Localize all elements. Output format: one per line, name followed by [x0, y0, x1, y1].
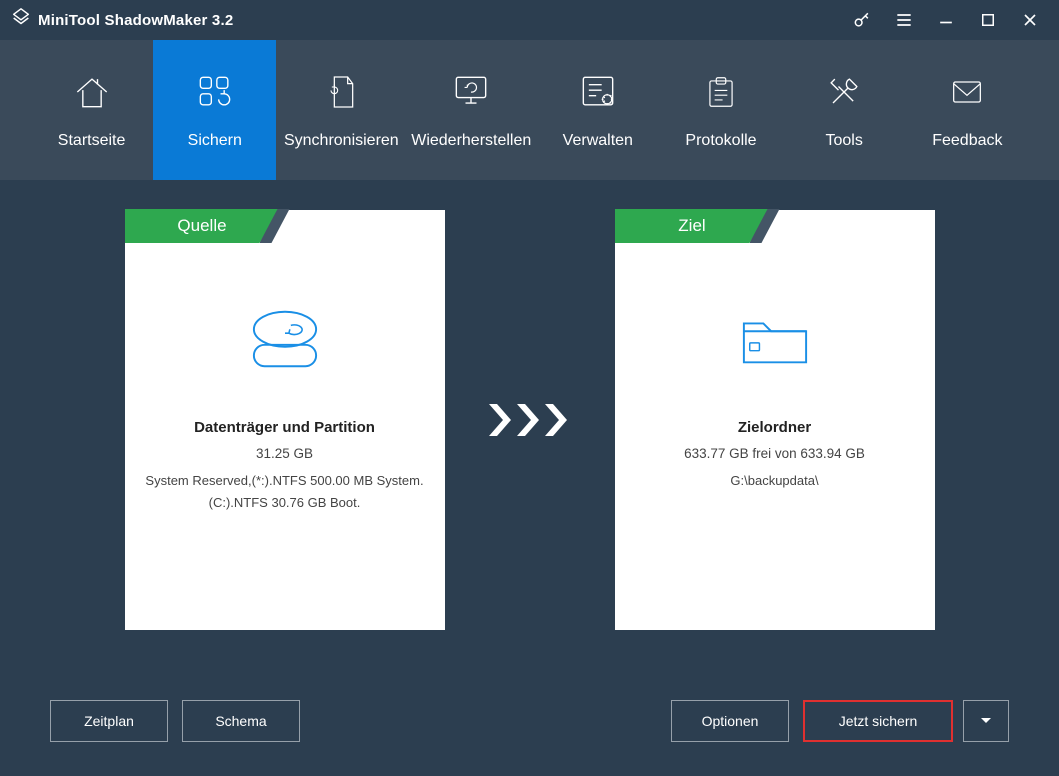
nav-label-home: Startseite — [58, 132, 126, 150]
backup-now-button[interactable]: Jetzt sichern — [803, 700, 953, 742]
tools-icon — [822, 70, 866, 114]
scheme-button[interactable]: Schema — [182, 700, 300, 742]
arrow-icon — [485, 210, 575, 630]
source-title: Datenträger und Partition — [194, 419, 375, 436]
schedule-button[interactable]: Zeitplan — [50, 700, 168, 742]
nav-label-restore: Wiederherstellen — [411, 132, 531, 150]
caret-down-icon — [980, 717, 992, 725]
destination-path: G:\backupdata\ — [730, 471, 818, 491]
nav-tools[interactable]: Tools — [783, 40, 906, 180]
key-icon[interactable] — [841, 0, 883, 40]
nav-label-feedback: Feedback — [932, 132, 1002, 150]
restore-icon — [448, 70, 494, 114]
nav-backup[interactable]: Sichern — [153, 40, 276, 180]
nav-label-manage: Verwalten — [563, 132, 633, 150]
destination-title: Zielordner — [738, 419, 811, 436]
minimize-icon[interactable] — [925, 0, 967, 40]
source-detail-2: (C:).NTFS 30.76 GB Boot. — [209, 493, 361, 513]
workspace: Quelle Datenträger und Partition 31.25 G… — [0, 180, 1059, 680]
clipboard-icon — [702, 70, 740, 114]
mail-icon — [945, 70, 989, 114]
nav-label-sync: Synchronisieren — [284, 132, 399, 150]
manage-icon — [576, 70, 620, 114]
source-detail-1: System Reserved,(*:).NTFS 500.00 MB Syst… — [145, 471, 423, 491]
maximize-icon[interactable] — [967, 0, 1009, 40]
close-icon[interactable] — [1009, 0, 1051, 40]
nav-feedback[interactable]: Feedback — [906, 40, 1029, 180]
bottom-bar: Zeitplan Schema Optionen Jetzt sichern — [0, 680, 1059, 742]
nav-logs[interactable]: Protokolle — [659, 40, 782, 180]
titlebar: MiniTool ShadowMaker 3.2 — [0, 0, 1059, 40]
folder-icon — [734, 304, 816, 379]
backup-now-dropdown[interactable] — [963, 700, 1009, 742]
app-logo-icon — [10, 7, 32, 34]
grid-refresh-icon — [193, 70, 237, 114]
source-tab: Quelle — [125, 209, 280, 243]
file-sync-icon — [321, 70, 361, 114]
nav-sync[interactable]: Synchronisieren — [276, 40, 406, 180]
destination-tab: Ziel — [615, 209, 770, 243]
source-size: 31.25 GB — [256, 446, 313, 461]
nav-label-tools: Tools — [826, 132, 863, 150]
disk-icon — [246, 304, 324, 379]
home-icon — [70, 70, 114, 114]
nav-home[interactable]: Startseite — [30, 40, 153, 180]
options-button[interactable]: Optionen — [671, 700, 789, 742]
nav-label-backup: Sichern — [188, 132, 242, 150]
destination-panel[interactable]: Ziel Zielordner 633.77 GB frei von 633.9… — [615, 210, 935, 630]
menu-icon[interactable] — [883, 0, 925, 40]
nav-restore[interactable]: Wiederherstellen — [406, 40, 536, 180]
source-panel[interactable]: Quelle Datenträger und Partition 31.25 G… — [125, 210, 445, 630]
nav-label-logs: Protokolle — [685, 132, 756, 150]
app-title: MiniTool ShadowMaker 3.2 — [38, 12, 233, 29]
navbar: Startseite Sichern Synchronisieren Wiede… — [0, 40, 1059, 180]
nav-manage[interactable]: Verwalten — [536, 40, 659, 180]
destination-free: 633.77 GB frei von 633.94 GB — [684, 446, 865, 461]
